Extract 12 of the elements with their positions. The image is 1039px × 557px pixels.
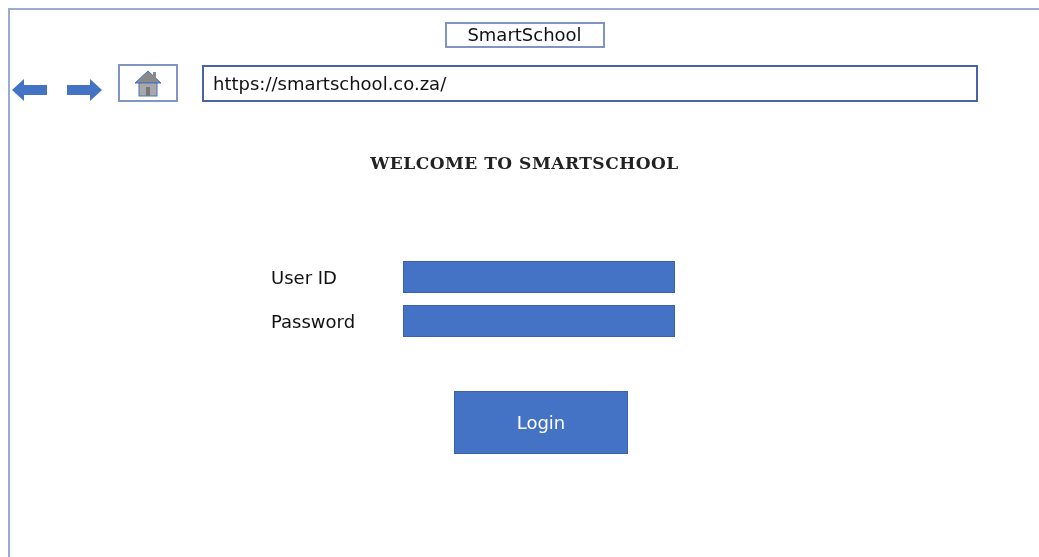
- login-button[interactable]: Login: [454, 391, 628, 454]
- back-icon[interactable]: [12, 78, 48, 102]
- address-bar[interactable]: https://smartschool.co.za/: [202, 64, 978, 102]
- welcome-heading: WELCOME TO SMARTSCHOOL: [369, 153, 680, 173]
- field-label: User ID: [271, 266, 338, 288]
- input-field[interactable]: [403, 305, 675, 337]
- field-label: Password: [271, 310, 357, 332]
- house-icon: [133, 68, 163, 98]
- input-field[interactable]: [403, 261, 675, 293]
- window-title: SmartSchool: [444, 22, 605, 48]
- forward-icon[interactable]: [66, 78, 102, 102]
- home-button[interactable]: [118, 64, 178, 102]
